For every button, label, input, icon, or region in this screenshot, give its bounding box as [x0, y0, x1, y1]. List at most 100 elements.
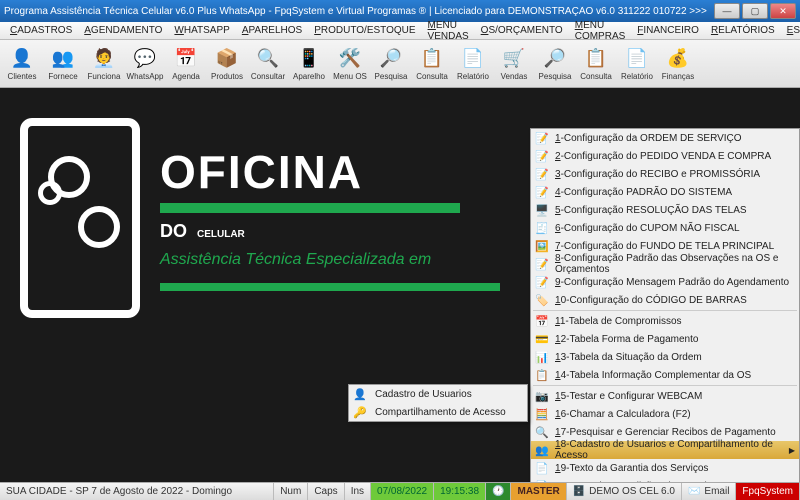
- menu-item[interactable]: 📄20-Texto das Condições dos Serviços: [531, 477, 799, 482]
- clientes-icon: 👤: [10, 47, 34, 71]
- status-email[interactable]: ✉️ Email: [682, 483, 736, 500]
- minimize-button[interactable]: —: [714, 3, 740, 19]
- menu-item-icon: 🔍: [535, 425, 549, 439]
- logo-subtitle: Assistência Técnica Especializada em: [160, 251, 500, 269]
- toolbar-menu os[interactable]: 🛠️Menu OS: [330, 42, 370, 86]
- menu-item[interactable]: 📅11-Tabela de Compromissos: [531, 312, 799, 330]
- submenu-item-icon: 🔑: [353, 405, 367, 419]
- toolbar-fornece[interactable]: 👥Fornece: [43, 42, 83, 86]
- logo-word-1: OFICINA: [160, 145, 500, 199]
- menu-item[interactable]: 🖥️5-Configuração RESOLUÇÃO DAS TELAS: [531, 201, 799, 219]
- menu-item[interactable]: 🧮16-Chamar a Calculadora (F2): [531, 405, 799, 423]
- toolbar-agenda[interactable]: 📅Agenda: [166, 42, 206, 86]
- toolbar-consulta[interactable]: 📋Consulta: [412, 42, 452, 86]
- menu-item[interactable]: 📝9-Configuração Mensagem Padrão do Agend…: [531, 273, 799, 291]
- menu-item-icon: 📋: [535, 368, 549, 382]
- status-user: MASTER: [511, 483, 566, 500]
- fornece-icon: 👥: [51, 47, 75, 71]
- menu-separator: [533, 385, 797, 386]
- toolbar-whatsapp[interactable]: 💬WhatsApp: [125, 42, 165, 86]
- menu-item-icon: 🖥️: [535, 203, 549, 217]
- toolbar-finanças[interactable]: 💰Finanças: [658, 42, 698, 86]
- vendas-icon: 🛒: [502, 47, 526, 71]
- menu-item[interactable]: 📝8-Configuração Padrão das Observações n…: [531, 255, 799, 273]
- menu-item[interactable]: 🏷️10-Configuração do CÓDIGO DE BARRAS: [531, 291, 799, 309]
- menubar-item-whatsapp[interactable]: WHATSAPP: [168, 23, 235, 38]
- menu-item[interactable]: 👥18-Cadastro de Usuarios e Compartilhame…: [531, 441, 799, 459]
- submenu-item[interactable]: 🔑Compartilhamento de Acesso: [349, 403, 527, 421]
- menubar-item-produtoestoque[interactable]: PRODUTO/ESTOQUE: [308, 23, 421, 38]
- menu-item[interactable]: 📷15-Testar e Configurar WEBCAM: [531, 387, 799, 405]
- window-titlebar: Programa Assistência Técnica Celular v6.…: [0, 0, 800, 22]
- menubar-item-cadastros[interactable]: CADASTROS: [4, 23, 78, 38]
- menubar-item-agendamento[interactable]: AGENDAMENTO: [78, 23, 168, 38]
- maximize-button[interactable]: ▢: [742, 3, 768, 19]
- whatsapp-icon: 💬: [133, 47, 157, 71]
- menu-item[interactable]: 📊13-Tabela da Situação da Ordem: [531, 348, 799, 366]
- consultar-icon: 🔍: [256, 47, 280, 71]
- status-insert: Ins: [345, 483, 371, 500]
- menubar-item-relatrios[interactable]: RELATÓRIOS: [705, 23, 781, 38]
- status-time: 19:15:38: [434, 483, 486, 500]
- menu-item-icon: 📝: [535, 131, 549, 145]
- brand-logo: OFICINA DOCELULAR Assistência Técnica Es…: [20, 118, 500, 318]
- status-brand[interactable]: FpqSystem: [736, 483, 800, 500]
- menubar-item-menuvendas[interactable]: MENU VENDAS: [422, 18, 475, 44]
- menu-item-icon: 📅: [535, 314, 549, 328]
- statusbar: SUA CIDADE - SP 7 de Agosto de 2022 - Do…: [0, 482, 800, 500]
- logo-word-2: CELULAR: [197, 229, 245, 240]
- toolbar-aparelho[interactable]: 📱Aparelho: [289, 42, 329, 86]
- menu-item-icon: 👥: [535, 443, 549, 457]
- menubar: CADASTROSAGENDAMENTOWHATSAPPAPARELHOSPRO…: [0, 22, 800, 40]
- menubar-item-estatistica[interactable]: ESTATISTICA: [781, 23, 800, 38]
- toolbar-clientes[interactable]: 👤Clientes: [2, 42, 42, 86]
- agenda-icon: 📅: [174, 47, 198, 71]
- status-date: 07/08/2022: [371, 483, 434, 500]
- menubar-item-osoramento[interactable]: OS/ORÇAMENTO: [475, 23, 569, 38]
- aparelho-icon: 📱: [297, 47, 321, 71]
- toolbar: 👤Clientes👥Fornece🧑‍💼Funciona💬WhatsApp📅Ag…: [0, 40, 800, 88]
- menu-item-icon: 🏷️: [535, 293, 549, 307]
- menu-item[interactable]: 📝1-Configuração da ORDEM DE SERVIÇO: [531, 129, 799, 147]
- menubar-item-menucompras[interactable]: MENU COMPRAS: [569, 18, 632, 44]
- status-timer-icon: 🕐: [486, 483, 511, 500]
- menubar-item-aparelhos[interactable]: APARELHOS: [236, 23, 308, 38]
- menu-ferramentas-dropdown[interactable]: 📝1-Configuração da ORDEM DE SERVIÇO📝2-Co…: [530, 128, 800, 482]
- toolbar-pesquisa[interactable]: 🔎Pesquisa: [371, 42, 411, 86]
- menu-item[interactable]: 📋14-Tabela Informação Complementar da OS: [531, 366, 799, 384]
- window-title: Programa Assistência Técnica Celular v6.…: [4, 6, 714, 17]
- toolbar-pesquisa[interactable]: 🔎Pesquisa: [535, 42, 575, 86]
- status-database: 🗄️ DEMO OS CEL 6.0: [567, 483, 682, 500]
- menu-item-icon: 🧾: [535, 221, 549, 235]
- menu-item[interactable]: 💳12-Tabela Forma de Pagamento: [531, 330, 799, 348]
- toolbar-consultar[interactable]: 🔍Consultar: [248, 42, 288, 86]
- menu-item-icon: 📝: [535, 275, 549, 289]
- menu os-icon: 🛠️: [338, 47, 362, 71]
- submenu-arrow-icon: ▶: [789, 446, 795, 455]
- menu-item-icon: 📝: [535, 257, 549, 271]
- status-location: SUA CIDADE - SP 7 de Agosto de 2022 - Do…: [0, 483, 274, 500]
- submenu-usuarios-acesso[interactable]: 👤Cadastro de Usuarios🔑Compartilhamento d…: [348, 384, 528, 422]
- toolbar-relatório[interactable]: 📄Relatório: [453, 42, 493, 86]
- menu-item[interactable]: 📄19-Texto da Garantia dos Serviços: [531, 459, 799, 477]
- toolbar-consulta[interactable]: 📋Consulta: [576, 42, 616, 86]
- menubar-item-financeiro[interactable]: FINANCEIRO: [631, 23, 705, 38]
- menu-item[interactable]: 📝3-Configuração do RECIBO e PROMISSÓRIA: [531, 165, 799, 183]
- pesquisa-icon: 🔎: [543, 47, 567, 71]
- menu-item-icon: 📷: [535, 389, 549, 403]
- submenu-item[interactable]: 👤Cadastro de Usuarios: [349, 385, 527, 403]
- funciona-icon: 🧑‍💼: [92, 47, 116, 71]
- toolbar-produtos[interactable]: 📦Produtos: [207, 42, 247, 86]
- toolbar-vendas[interactable]: 🛒Vendas: [494, 42, 534, 86]
- status-numlock: Num: [274, 483, 308, 500]
- toolbar-funciona[interactable]: 🧑‍💼Funciona: [84, 42, 124, 86]
- produtos-icon: 📦: [215, 47, 239, 71]
- toolbar-relatório[interactable]: 📄Relatório: [617, 42, 657, 86]
- pesquisa-icon: 🔎: [379, 47, 403, 71]
- close-button[interactable]: ✕: [770, 3, 796, 19]
- menu-item-icon: 💳: [535, 332, 549, 346]
- menu-item[interactable]: 📝4-Configuração PADRÃO DO SISTEMA: [531, 183, 799, 201]
- logo-divider-2: [160, 283, 500, 291]
- menu-item[interactable]: 🧾6-Configuração do CUPOM NÃO FISCAL: [531, 219, 799, 237]
- menu-item[interactable]: 📝2-Configuração do PEDIDO VENDA E COMPRA: [531, 147, 799, 165]
